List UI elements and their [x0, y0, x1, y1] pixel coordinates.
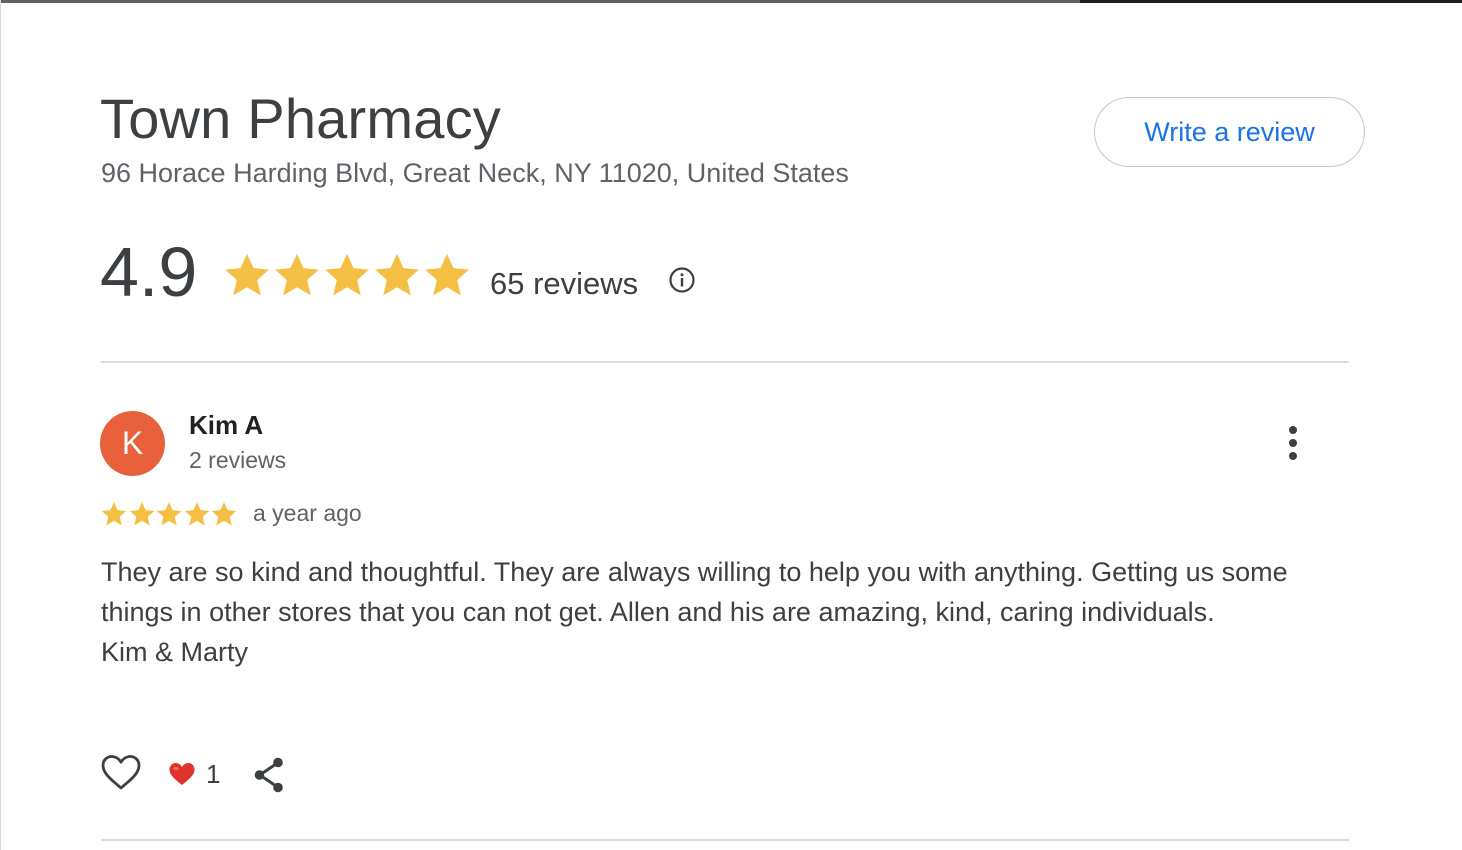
reaction-summary[interactable]: 1 — [168, 757, 220, 791]
review-rating-stars — [100, 500, 238, 528]
review-body: They are so kind and thoughtful. They ar… — [101, 552, 1301, 672]
reaction-count: 1 — [206, 758, 221, 789]
window-top-edge-dark — [1080, 0, 1462, 3]
star-icon — [275, 253, 319, 296]
star-icon — [325, 253, 369, 296]
star-icon — [425, 253, 469, 296]
overall-rating-stars — [222, 250, 472, 304]
star-icon — [101, 502, 127, 526]
review-divider — [101, 839, 1349, 841]
window-top-edge — [0, 0, 1462, 3]
overall-rating-value: 4.9 — [100, 233, 198, 311]
total-review-count: 65 reviews — [490, 266, 639, 301]
reviewer-review-count: 2 reviews — [189, 447, 287, 473]
star-icon — [156, 502, 182, 526]
share-icon[interactable] — [252, 756, 286, 794]
place-title: Town Pharmacy — [100, 87, 501, 150]
star-icon — [375, 253, 419, 296]
red-heart-emoji — [169, 763, 195, 785]
reviewer-name[interactable]: Kim A — [189, 410, 263, 441]
star-icon — [211, 502, 237, 526]
reviewer-avatar[interactable]: K — [100, 411, 165, 476]
star-icon — [184, 502, 209, 526]
heart-outline-icon[interactable] — [100, 752, 142, 794]
review-time: a year ago — [253, 500, 362, 526]
write-review-button[interactable]: Write a review — [1094, 97, 1365, 167]
info-circle-icon[interactable] — [667, 265, 697, 295]
section-divider — [101, 361, 1349, 363]
place-address: 96 Horace Harding Blvd, Great Neck, NY 1… — [101, 158, 849, 188]
window-left-edge — [0, 0, 1, 850]
star-icon — [225, 253, 269, 296]
review-text-paragraph: They are so kind and thoughtful. They ar… — [101, 557, 1288, 627]
review-text-signature: Kim & Marty — [101, 637, 249, 667]
more-vert-icon[interactable] — [1275, 422, 1311, 464]
star-icon — [129, 502, 154, 526]
